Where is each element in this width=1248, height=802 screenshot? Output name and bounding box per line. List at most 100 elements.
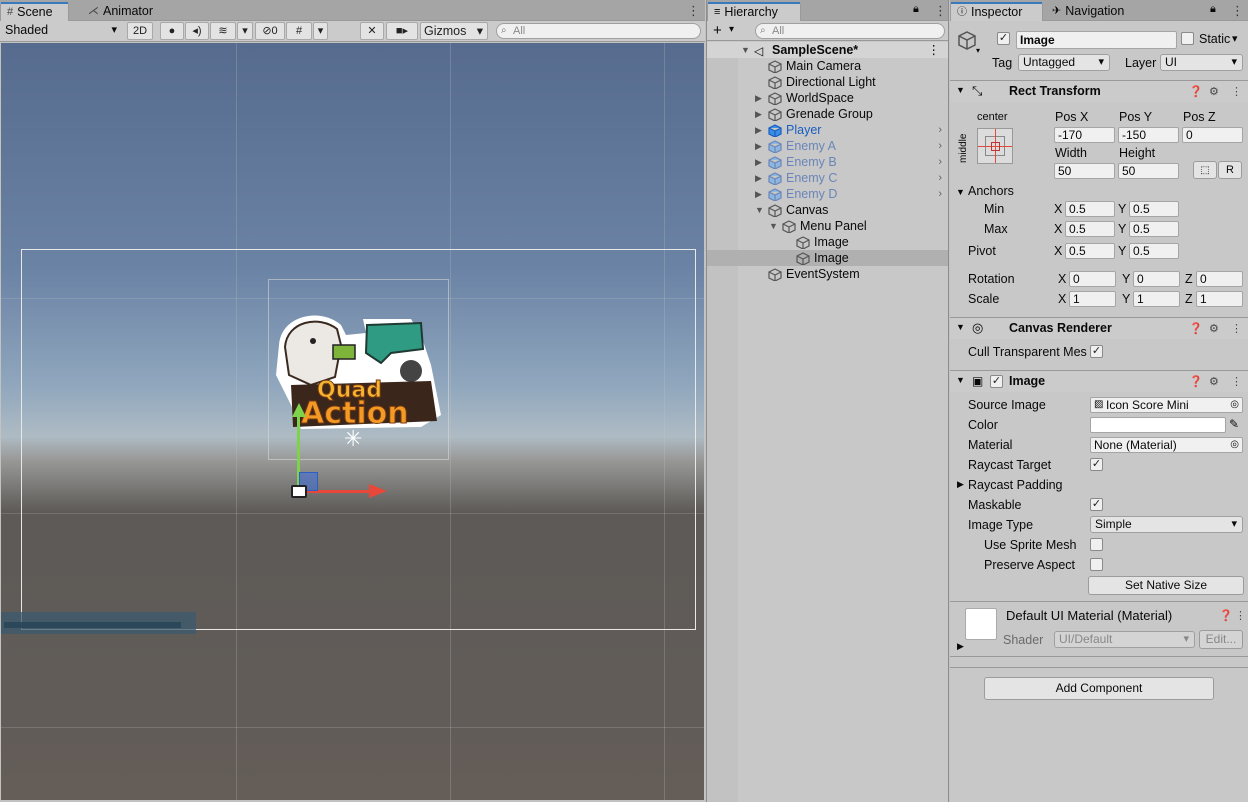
preset-icon[interactable]: ⚙ bbox=[1209, 85, 1219, 98]
prefab-open-chevron-icon[interactable]: › bbox=[938, 186, 942, 202]
collapse-arrow-icon[interactable]: ▼ bbox=[769, 218, 778, 234]
source-image-field[interactable]: ▨ Icon Score Mini ◎ bbox=[1090, 397, 1243, 413]
image-enabled-checkbox[interactable]: ✓ bbox=[990, 375, 1003, 388]
rotation-y-field[interactable]: 0 bbox=[1133, 271, 1180, 287]
layer-dropdown[interactable]: UI bbox=[1160, 54, 1243, 71]
scale-x-field[interactable]: 1 bbox=[1069, 291, 1116, 307]
help-icon[interactable]: ❓ bbox=[1189, 85, 1203, 98]
lock-icon[interactable]: 🔒︎ bbox=[1210, 3, 1216, 16]
expand-arrow-icon[interactable]: ▶ bbox=[755, 122, 762, 138]
canvas-renderer-header[interactable]: ▼ ◎ Canvas Renderer ❓ ⚙ ⋮ bbox=[950, 317, 1248, 339]
pivot-x-field[interactable]: 0.5 bbox=[1065, 243, 1115, 259]
tab-navigation[interactable]: ✈︎ Navigation bbox=[1046, 2, 1132, 21]
scene-viewport[interactable]: Quad Action ✳ bbox=[1, 43, 704, 800]
width-field[interactable]: 50 bbox=[1054, 163, 1115, 179]
kebab-menu-icon[interactable]: ⋮ bbox=[934, 3, 947, 19]
set-native-size-button[interactable]: Set Native Size bbox=[1088, 576, 1244, 595]
expand-arrow-icon[interactable]: ▶ bbox=[755, 154, 762, 170]
hierarchy-item[interactable]: ▶ WorldSpace bbox=[707, 90, 948, 106]
rect-transform-header[interactable]: ▼ ⤡ Rect Transform ❓ ⚙ ⋮ bbox=[950, 80, 1248, 102]
active-checkbox[interactable]: ✓ bbox=[997, 32, 1010, 45]
pos-z-field[interactable]: 0 bbox=[1182, 127, 1243, 143]
hierarchy-item[interactable]: ▶ Grenade Group bbox=[707, 106, 948, 122]
help-icon[interactable]: ❓ bbox=[1189, 322, 1203, 335]
eyedropper-icon[interactable]: ✎ bbox=[1229, 417, 1239, 431]
anchor-min-y-field[interactable]: 0.5 bbox=[1129, 201, 1179, 217]
expand-arrow-icon[interactable]: ▶ bbox=[755, 186, 762, 202]
expand-arrow-icon[interactable]: ▼ bbox=[741, 42, 750, 58]
expand-arrow-icon[interactable]: ▶ bbox=[755, 138, 762, 154]
tab-scene[interactable]: # Scene bbox=[0, 2, 69, 21]
effects-dropdown-button[interactable]: ▾ bbox=[237, 22, 253, 40]
lock-icon[interactable]: 🔒︎ bbox=[913, 3, 919, 16]
add-icon[interactable]: + bbox=[713, 22, 722, 39]
prefab-open-chevron-icon[interactable]: › bbox=[938, 170, 942, 186]
selected-image-icon[interactable] bbox=[291, 485, 307, 498]
kebab-menu-icon[interactable]: ⋮ bbox=[1231, 375, 1242, 388]
tag-dropdown[interactable]: Untagged bbox=[1018, 54, 1110, 71]
pos-x-field[interactable]: -170 bbox=[1054, 127, 1115, 143]
hierarchy-item[interactable]: ▶ Enemy B › bbox=[707, 154, 948, 170]
kebab-menu-icon[interactable]: ⋮ bbox=[1231, 3, 1244, 19]
expand-arrow-icon[interactable]: ▶ bbox=[957, 479, 964, 490]
add-component-button[interactable]: Add Component bbox=[984, 677, 1214, 700]
audio-toggle-button[interactable]: ◂) bbox=[185, 22, 209, 40]
ui-bar-element[interactable] bbox=[1, 612, 196, 634]
use-sprite-mesh-checkbox[interactable] bbox=[1090, 538, 1103, 551]
tools-button[interactable]: ✕ bbox=[360, 22, 384, 40]
kebab-menu-icon[interactable]: ⋮ bbox=[928, 42, 941, 58]
rotation-z-field[interactable]: 0 bbox=[1196, 271, 1243, 287]
kebab-menu-icon[interactable]: ⋮ bbox=[1231, 85, 1242, 98]
hierarchy-item[interactable]: Main Camera bbox=[707, 58, 948, 74]
gizmos-dropdown[interactable]: Gizmos ▾ bbox=[420, 22, 488, 40]
object-name-input[interactable]: Image bbox=[1016, 31, 1177, 49]
hierarchy-item[interactable]: ▼ Canvas bbox=[707, 202, 948, 218]
move-gizmo-y-arrow[interactable] bbox=[292, 403, 306, 417]
pivot-y-field[interactable]: 0.5 bbox=[1129, 243, 1179, 259]
object-picker-icon[interactable]: ◎ bbox=[1230, 398, 1239, 412]
preset-icon[interactable]: ⚙ bbox=[1209, 322, 1219, 335]
hierarchy-search-input[interactable]: ⌕ All bbox=[755, 23, 945, 39]
collapse-arrow-icon[interactable]: ▼ bbox=[956, 375, 965, 385]
chevron-down-icon[interactable]: ▾ bbox=[729, 24, 734, 35]
grid-snap-button[interactable]: # bbox=[286, 22, 312, 40]
collapse-arrow-icon[interactable]: ▼ bbox=[956, 85, 965, 95]
tab-animator[interactable]: ⋌ Animator bbox=[82, 2, 161, 21]
scale-z-field[interactable]: 1 bbox=[1196, 291, 1243, 307]
2d-toggle-button[interactable]: 2D bbox=[127, 22, 153, 40]
image-type-dropdown[interactable]: Simple bbox=[1090, 516, 1243, 533]
grid-snap-dropdown[interactable]: ▾ bbox=[313, 22, 328, 40]
kebab-menu-icon[interactable]: ⋮ bbox=[1231, 322, 1242, 335]
collapse-arrow-icon[interactable]: ▼ bbox=[755, 202, 764, 218]
tab-hierarchy[interactable]: ≡ Hierarchy bbox=[707, 2, 801, 21]
hierarchy-item[interactable]: Image bbox=[707, 234, 948, 250]
prefab-open-chevron-icon[interactable]: › bbox=[938, 138, 942, 154]
collapse-arrow-icon[interactable]: ▼ bbox=[956, 187, 965, 197]
kebab-menu-icon[interactable]: ⋮ bbox=[1235, 609, 1246, 622]
static-checkbox[interactable] bbox=[1181, 32, 1194, 45]
camera-settings-button[interactable]: ■▸ bbox=[386, 22, 418, 40]
expand-arrow-icon[interactable]: ▶ bbox=[755, 106, 762, 122]
raycast-padding-label[interactable]: Raycast Padding bbox=[968, 477, 1063, 493]
help-icon[interactable]: ❓ bbox=[1219, 609, 1233, 622]
rotation-x-field[interactable]: 0 bbox=[1069, 271, 1116, 287]
gameobject-cube-icon[interactable] bbox=[957, 30, 977, 52]
hierarchy-item[interactable]: ▶ Enemy A › bbox=[707, 138, 948, 154]
prefab-open-chevron-icon[interactable]: › bbox=[938, 122, 942, 138]
move-gizmo-x-arrow[interactable] bbox=[369, 484, 387, 498]
preset-icon[interactable]: ⚙ bbox=[1209, 375, 1219, 388]
prefab-open-chevron-icon[interactable]: › bbox=[938, 154, 942, 170]
hierarchy-item[interactable]: ▶ Enemy C › bbox=[707, 170, 948, 186]
lighting-toggle-button[interactable]: ● bbox=[160, 22, 184, 40]
hierarchy-item[interactable]: ▼ Menu Panel bbox=[707, 218, 948, 234]
maskable-checkbox[interactable]: ✓ bbox=[1090, 498, 1103, 511]
anchor-max-x-field[interactable]: 0.5 bbox=[1065, 221, 1115, 237]
scene-search-input[interactable]: ⌕ All bbox=[496, 23, 701, 39]
scene-root-row[interactable]: ▼ ◁ SampleScene* ⋮ bbox=[707, 42, 948, 58]
expand-arrow-icon[interactable]: ▶ bbox=[755, 170, 762, 186]
help-icon[interactable]: ❓ bbox=[1189, 375, 1203, 388]
expand-arrow-icon[interactable]: ▶ bbox=[755, 90, 762, 106]
hidden-objects-button[interactable]: ⊘0 bbox=[255, 22, 285, 40]
collapse-arrow-icon[interactable]: ▼ bbox=[956, 322, 965, 332]
tab-inspector[interactable]: ⓘ Inspector bbox=[950, 2, 1043, 21]
